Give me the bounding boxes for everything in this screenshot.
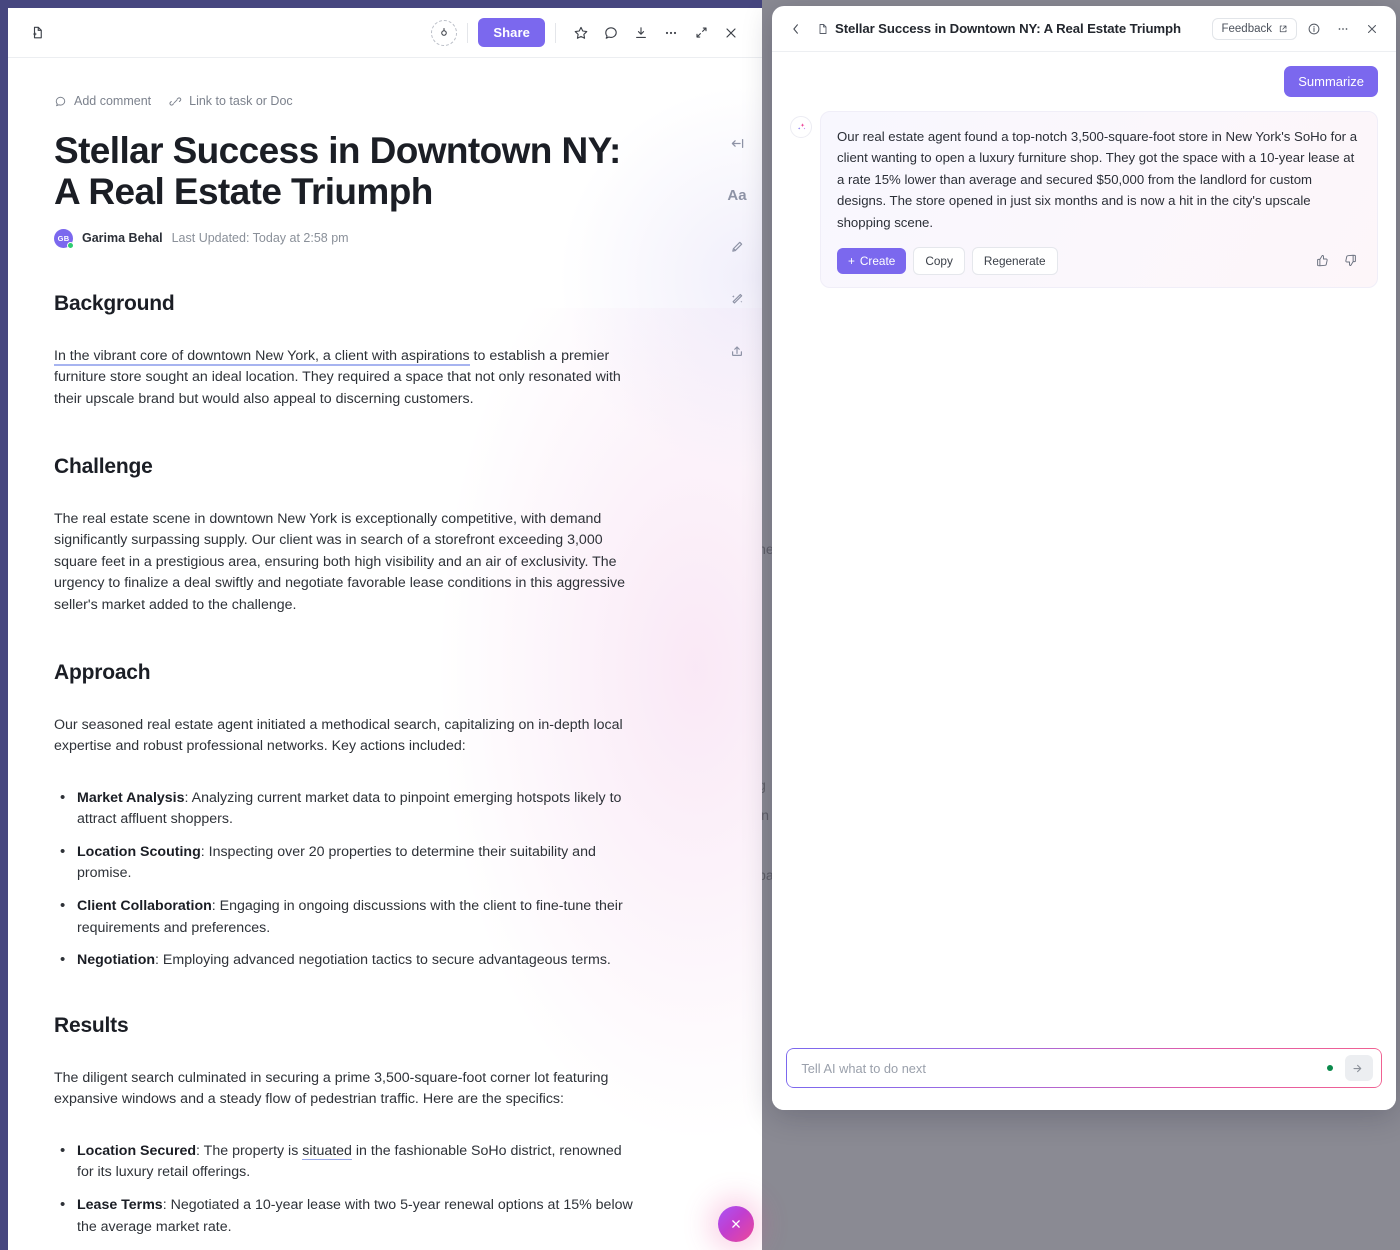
list-item: Client Collaboration: Engaging in ongoin… bbox=[54, 895, 634, 939]
ai-response-card: Our real estate agent found a top-notch … bbox=[820, 111, 1378, 288]
section-heading-challenge: Challenge bbox=[54, 454, 153, 478]
sparkles-icon bbox=[790, 116, 812, 138]
external-link-icon bbox=[1278, 24, 1288, 34]
list-item: Location Secured: The property is situat… bbox=[54, 1140, 634, 1184]
font-size-button[interactable]: Aa bbox=[722, 180, 752, 210]
close-icon[interactable] bbox=[1360, 17, 1384, 41]
ghost-text-fragment: g bbox=[762, 776, 766, 798]
list-item-text: : The property is bbox=[196, 1142, 303, 1159]
status-dot bbox=[1326, 1065, 1333, 1071]
last-updated-text: Last Updated: Today at 2:58 pm bbox=[171, 231, 349, 246]
chevron-left-icon[interactable] bbox=[784, 17, 808, 41]
link-to-task-button[interactable]: Link to task or Doc bbox=[169, 94, 293, 108]
ai-message-row: Our real estate agent found a top-notch … bbox=[790, 111, 1378, 288]
summarize-prompt-chip[interactable]: Summarize bbox=[1284, 66, 1378, 97]
focus-target-icon[interactable] bbox=[431, 19, 458, 46]
app-chrome-left-bar bbox=[0, 0, 8, 1250]
ai-conversation-body: Summarize Our real estate agent found a … bbox=[772, 52, 1396, 1038]
magic-wand-icon[interactable] bbox=[722, 284, 752, 314]
list-item-label: Client Collaboration bbox=[77, 897, 212, 914]
ai-panel-title: Stellar Success in Downtown NY: A Real E… bbox=[835, 21, 1181, 36]
list-item-text: : Employing advanced negotiation tactics… bbox=[155, 952, 611, 969]
add-comment-button[interactable]: Add comment bbox=[54, 94, 151, 108]
thumbs-up-icon[interactable] bbox=[1311, 250, 1333, 272]
thumbs-down-icon[interactable] bbox=[1339, 250, 1361, 272]
ai-assistant-panel: Stellar Success in Downtown NY: A Real E… bbox=[772, 6, 1396, 1110]
expand-icon[interactable] bbox=[686, 18, 716, 48]
section-paragraph-background: In the vibrant core of downtown New York… bbox=[54, 346, 646, 411]
screen-root: ne g in ba Share bbox=[0, 0, 1400, 1250]
list-item: Location Scouting: Inspecting over 20 pr… bbox=[54, 841, 634, 885]
comment-icon[interactable] bbox=[596, 18, 626, 48]
ai-prompt-input[interactable] bbox=[801, 1060, 1327, 1076]
list-item-label: Lease Terms bbox=[77, 1197, 163, 1214]
regenerate-button[interactable]: Regenerate bbox=[971, 246, 1058, 275]
section-heading-results: Results bbox=[54, 1013, 129, 1037]
toolbar-divider bbox=[555, 22, 556, 43]
page-title: Stellar Success in Downtown NY: A Real E… bbox=[54, 130, 621, 213]
download-icon[interactable] bbox=[626, 18, 656, 48]
approach-bullet-list: Market Analysis: Analyzing current marke… bbox=[54, 787, 634, 972]
ai-response-actions: + Create Copy Regenerate bbox=[837, 246, 1361, 275]
add-comment-label: Add comment bbox=[74, 94, 152, 108]
section-paragraph-approach: Our seasoned real estate agent initiated… bbox=[54, 716, 623, 755]
author-name: Garima Behal bbox=[82, 231, 163, 246]
document-side-rail: Aa bbox=[722, 128, 752, 366]
ghost-text-fragment: in bbox=[762, 808, 770, 824]
ai-input-gradient-border bbox=[786, 1048, 1382, 1088]
list-item-label: Negotiation bbox=[77, 952, 156, 969]
suggested-word-highlight[interactable]: situated bbox=[302, 1142, 352, 1160]
list-item: Lease Terms: Negotiated a 10-year lease … bbox=[54, 1194, 634, 1238]
document-toolbar: Share bbox=[8, 8, 762, 58]
create-button[interactable]: + Create bbox=[837, 247, 907, 274]
close-icon[interactable] bbox=[716, 18, 746, 48]
toolbar-divider bbox=[467, 22, 469, 43]
online-status-dot bbox=[67, 241, 74, 249]
document-panel: Share Aa Add comment Link to task or Doc… bbox=[8, 8, 762, 1250]
document-author-row: GB Garima Behal Last Updated: Today at 2… bbox=[54, 228, 658, 249]
section-heading-background: Background bbox=[54, 291, 175, 315]
ellipsis-icon[interactable] bbox=[1331, 17, 1355, 41]
list-item: Negotiation: Employing advanced negotiat… bbox=[54, 949, 634, 972]
app-chrome-top-bar bbox=[0, 0, 770, 8]
send-button[interactable] bbox=[1344, 1055, 1373, 1081]
collapse-left-icon[interactable] bbox=[722, 128, 752, 158]
section-paragraph-results: The diligent search culminated in securi… bbox=[54, 1069, 609, 1108]
user-prompt-row: Summarize bbox=[790, 66, 1378, 97]
share-button[interactable]: Share bbox=[478, 18, 545, 47]
pencil-edit-icon[interactable] bbox=[722, 232, 752, 262]
list-item-label: Market Analysis bbox=[77, 789, 185, 806]
document-plus-icon[interactable] bbox=[22, 18, 52, 48]
close-ai-fab-button[interactable] bbox=[718, 1206, 754, 1242]
feedback-button[interactable]: Feedback bbox=[1212, 17, 1297, 40]
info-circle-icon[interactable] bbox=[1302, 17, 1326, 41]
suggested-text-highlight[interactable]: In the vibrant core of downtown New York… bbox=[54, 347, 470, 366]
ai-input-footer bbox=[772, 1038, 1396, 1110]
document-meta-actions: Add comment Link to task or Doc bbox=[54, 94, 658, 108]
ai-response-text: Our real estate agent found a top-notch … bbox=[837, 129, 1358, 230]
copy-button[interactable]: Copy bbox=[913, 246, 965, 275]
upload-icon[interactable] bbox=[722, 336, 752, 366]
list-item: Market Analysis: Analyzing current marke… bbox=[54, 787, 634, 831]
list-item-label: Location Secured bbox=[77, 1142, 197, 1159]
create-label: Create bbox=[859, 253, 896, 268]
avatar[interactable]: GB bbox=[54, 228, 74, 249]
avatar-initials: GB bbox=[57, 233, 70, 243]
list-item-label: Location Scouting bbox=[77, 843, 201, 860]
ai-panel-header: Stellar Success in Downtown NY: A Real E… bbox=[772, 6, 1396, 52]
section-heading-approach: Approach bbox=[54, 660, 151, 684]
feedback-label: Feedback bbox=[1221, 22, 1272, 35]
document-content: Add comment Link to task or Doc Stellar … bbox=[8, 58, 762, 1250]
section-paragraph-challenge: The real estate scene in downtown New Yo… bbox=[54, 510, 625, 613]
document-icon bbox=[817, 23, 829, 35]
star-icon[interactable] bbox=[566, 18, 596, 48]
link-to-task-label: Link to task or Doc bbox=[189, 94, 293, 108]
ellipsis-icon[interactable] bbox=[656, 18, 686, 48]
plus-icon: + bbox=[848, 253, 855, 268]
ai-input-inner bbox=[787, 1049, 1381, 1087]
results-bullet-list: Location Secured: The property is situat… bbox=[54, 1140, 634, 1250]
